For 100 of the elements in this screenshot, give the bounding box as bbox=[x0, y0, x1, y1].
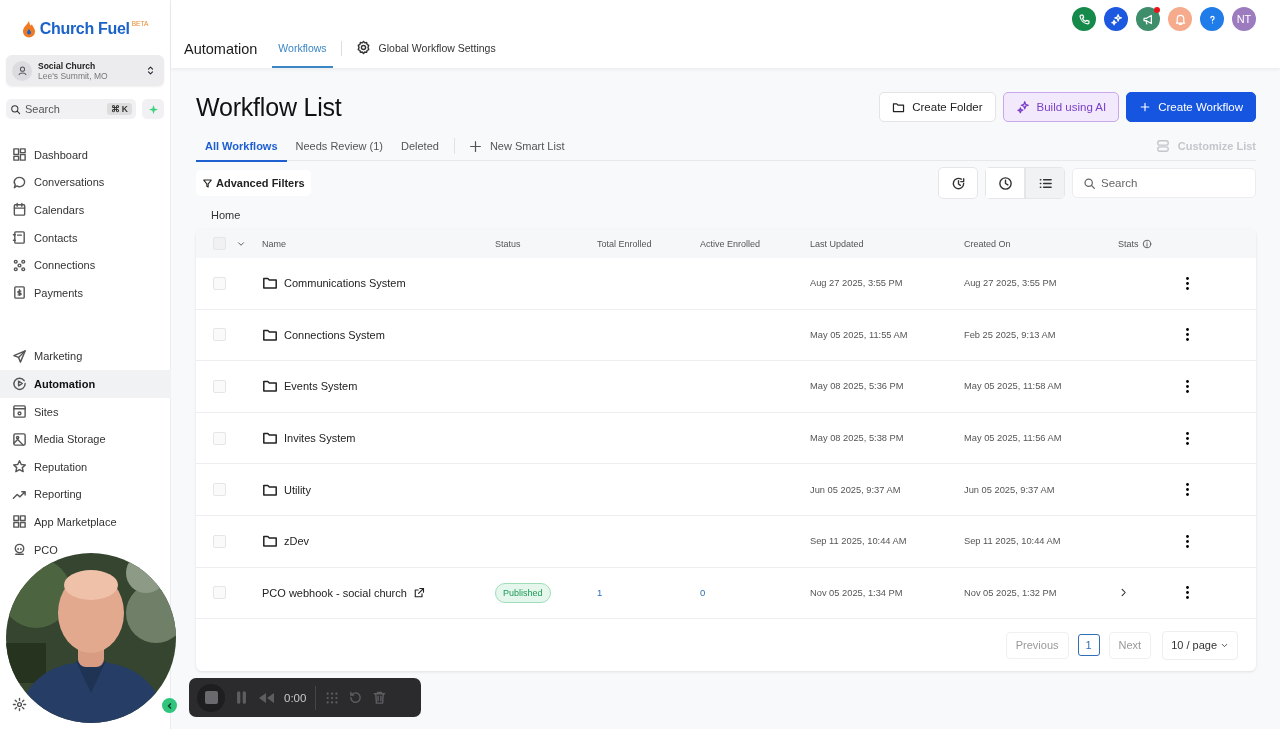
tab[interactable]: All Workflows bbox=[196, 131, 287, 162]
image-icon bbox=[12, 431, 27, 447]
chevron-up-down-icon bbox=[145, 65, 156, 76]
sidebar-item[interactable]: Sites bbox=[0, 397, 171, 426]
view-toggle[interactable] bbox=[1025, 167, 1065, 199]
row-checkbox[interactable] bbox=[213, 380, 226, 393]
history-button[interactable] bbox=[938, 167, 978, 199]
sidebar-item[interactable]: Contacts bbox=[0, 223, 171, 252]
sidebar-item[interactable]: Reputation bbox=[0, 452, 171, 481]
more-options-icon[interactable] bbox=[1183, 276, 1189, 290]
dot-grid-icon bbox=[325, 690, 340, 705]
row-checkbox[interactable] bbox=[213, 483, 226, 497]
date-cell-text: Aug 27 2025, 3:55 PM bbox=[964, 278, 1058, 289]
column-header: Active Enrolled bbox=[700, 238, 762, 249]
contact-card-icon bbox=[12, 230, 27, 246]
folder-icon bbox=[262, 430, 278, 447]
folder-name: Invites System bbox=[284, 432, 356, 445]
sidebar-item[interactable]: Media Storage bbox=[0, 425, 171, 453]
restart-icon bbox=[348, 690, 364, 705]
row-checkbox[interactable] bbox=[213, 431, 226, 445]
search-icon bbox=[10, 103, 21, 115]
clock-icon bbox=[997, 175, 1013, 191]
sidebar-item[interactable]: PCO bbox=[0, 535, 171, 564]
grid-icon bbox=[12, 514, 27, 530]
bell-icon bbox=[1173, 12, 1187, 26]
more-options-icon[interactable] bbox=[1183, 380, 1189, 393]
folder-name: Communications System bbox=[284, 277, 406, 290]
create-button[interactable]: Create Workflow bbox=[1126, 92, 1256, 122]
page-number[interactable]: 1 bbox=[1077, 634, 1100, 657]
payment-icon bbox=[12, 285, 27, 301]
megaphone-button[interactable] bbox=[1136, 7, 1160, 31]
account-switcher[interactable]: Social Church Lee's Summit, MO bbox=[6, 55, 164, 86]
user-icon bbox=[12, 60, 32, 81]
stop-button[interactable] bbox=[197, 683, 225, 712]
filter-icon bbox=[202, 177, 213, 189]
megaphone-icon bbox=[1141, 12, 1155, 26]
folder-icon bbox=[262, 275, 278, 292]
plus-icon bbox=[468, 139, 482, 153]
view-toggle[interactable] bbox=[985, 167, 1025, 199]
search-icon bbox=[1083, 176, 1096, 190]
sidebar-item[interactable]: App Marketplace bbox=[0, 508, 171, 536]
rewind-icon bbox=[258, 691, 275, 704]
workflow-name: PCO webhook - social church bbox=[262, 586, 407, 599]
phone-button[interactable] bbox=[1072, 7, 1096, 31]
advanced-filters-button[interactable]: Advanced Filters bbox=[196, 170, 311, 196]
search-field[interactable]: Search ⌘ K bbox=[6, 99, 136, 119]
tab[interactable]: Needs Review (1) bbox=[286, 131, 392, 162]
date-cell-text: Nov 05 2025, 1:34 PM bbox=[810, 587, 904, 598]
sidebar-item[interactable]: Connections bbox=[0, 251, 171, 279]
toggles-icon bbox=[1155, 139, 1170, 153]
play-circle-icon bbox=[12, 376, 27, 392]
ai-build-button[interactable]: Build using AI bbox=[1002, 92, 1120, 122]
date-cell-text: Jun 05 2025, 9:37 AM bbox=[964, 484, 1056, 495]
breadcrumb[interactable]: Home bbox=[196, 198, 1256, 229]
row-checkbox[interactable] bbox=[213, 586, 226, 600]
help-button[interactable] bbox=[1200, 7, 1224, 31]
row-checkbox[interactable] bbox=[213, 328, 226, 342]
create-folder-button[interactable]: Create Folder bbox=[879, 92, 996, 122]
chat-bubble-icon bbox=[12, 174, 27, 190]
enrolled-count: 1 bbox=[597, 587, 604, 599]
robot-face-icon bbox=[12, 542, 27, 557]
sidebar-item[interactable]: Payments bbox=[0, 278, 171, 307]
sidebar-item[interactable]: Conversations bbox=[0, 168, 171, 197]
more-options-icon[interactable] bbox=[1183, 328, 1189, 342]
page-title: Workflow List bbox=[196, 92, 343, 122]
chevron-left-icon bbox=[165, 701, 174, 710]
sparkle-button[interactable] bbox=[1104, 7, 1128, 31]
column-header: Stats bbox=[1118, 238, 1183, 249]
sidebar-item[interactable]: Automation bbox=[0, 370, 171, 398]
sidebar-item[interactable]: Marketing bbox=[0, 342, 171, 371]
sidebar-item[interactable]: Reporting bbox=[0, 480, 171, 509]
more-options-icon[interactable] bbox=[1183, 431, 1189, 445]
column-header: Last Updated bbox=[810, 238, 865, 249]
search-field[interactable]: Search bbox=[1072, 168, 1256, 198]
people-network-icon bbox=[12, 257, 27, 273]
more-options-icon[interactable] bbox=[1183, 586, 1189, 600]
new-smart-list-button[interactable]: New Smart List bbox=[460, 132, 573, 160]
date-cell-text: May 05 2025, 11:58 AM bbox=[964, 381, 1063, 392]
page-size-select[interactable]: 10 / page bbox=[1162, 630, 1238, 660]
more-options-icon[interactable] bbox=[1183, 483, 1189, 497]
section-title: Automation bbox=[184, 40, 258, 59]
sidebar-item[interactable]: Dashboard bbox=[0, 141, 171, 169]
tab[interactable]: Deleted bbox=[391, 131, 448, 162]
sparkle-icon bbox=[1109, 12, 1123, 26]
date-cell-text: May 08 2025, 5:38 PM bbox=[810, 433, 905, 444]
row-checkbox[interactable] bbox=[213, 276, 226, 290]
tab[interactable]: Global Workflow Settings bbox=[349, 35, 502, 68]
settings-icon bbox=[355, 40, 371, 55]
row-checkbox[interactable] bbox=[213, 534, 226, 548]
tab[interactable]: Workflows bbox=[272, 35, 333, 68]
chevron-right-icon bbox=[1118, 587, 1129, 599]
folder-name: Connections System bbox=[284, 328, 385, 341]
sidebar-item[interactable]: Calendars bbox=[0, 196, 171, 224]
date-cell-text: Jun 05 2025, 9:37 AM bbox=[810, 484, 902, 495]
brand-name: Church Fuel bbox=[39, 20, 130, 38]
more-options-icon[interactable] bbox=[1183, 534, 1189, 548]
folder-name: Utility bbox=[284, 483, 311, 496]
recording-time: 0:00 bbox=[284, 691, 307, 704]
user-avatar[interactable]: NT bbox=[1232, 7, 1256, 31]
trash-icon bbox=[372, 690, 388, 705]
